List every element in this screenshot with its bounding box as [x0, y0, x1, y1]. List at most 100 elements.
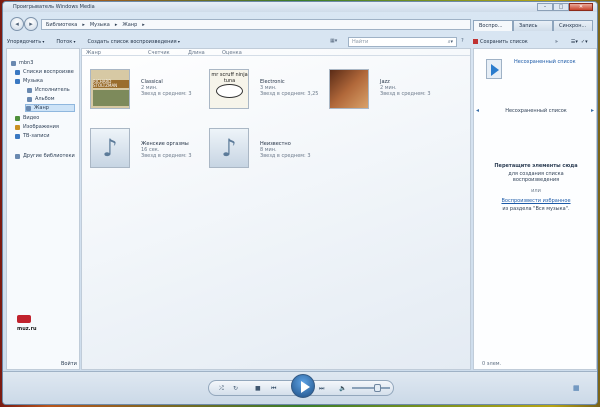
- more-chevron-icon[interactable]: »: [555, 39, 558, 45]
- play-favorites-link[interactable]: Воспроизвести избранное: [474, 198, 597, 204]
- album-art-jazz[interactable]: [329, 69, 369, 109]
- breadcrumb-item-music[interactable]: Музыка: [90, 22, 110, 28]
- genre-item-electronic[interactable]: Electronic 3 мин. Звезд в среднем: 3,25: [260, 79, 318, 97]
- muzru-logo-text: muz.ru: [17, 326, 37, 332]
- video-icon: [15, 115, 20, 121]
- sidebar-item-playlists[interactable]: Списки воспроизве: [15, 68, 89, 76]
- unsaved-list-label: Несохраненный список: [505, 108, 567, 114]
- save-list-button[interactable]: Сохранить список: [473, 39, 528, 45]
- album-art-placeholder[interactable]: ♪: [90, 128, 130, 168]
- drag-items-title: Перетащите элементы сюда: [494, 163, 578, 169]
- sidebar-item-label: Другие библиотеки: [23, 153, 75, 159]
- genre-item-jazz[interactable]: Jazz 2 мин. Звезд в среднем: 3: [380, 79, 431, 97]
- sidebar-item-label: Изображения: [23, 124, 59, 130]
- fish-drawing: [216, 84, 243, 98]
- maximize-button[interactable]: □: [553, 3, 569, 11]
- or-label: или: [531, 188, 541, 194]
- genre-rating: Звезд в среднем: 3,25: [260, 91, 319, 97]
- forward-button[interactable]: ▸: [24, 17, 38, 31]
- sidebar-item-label: Жанр: [34, 105, 49, 111]
- previous-icon[interactable]: ⏮: [271, 385, 276, 393]
- window-title: Проигрыватель Windows Media: [13, 4, 95, 10]
- playback-controls: ⤮ ↻ ■ ⏮ ⏭ 🔈 ▦: [3, 371, 597, 404]
- column-header-genre[interactable]: Жанр: [86, 50, 101, 56]
- library-content: Жанр Счетчик Длина Оценка RICHARD STOLTZ…: [81, 48, 471, 370]
- genre-item-custom[interactable]: Женские оргазмы 16 сек. Звезд в среднем:…: [141, 141, 192, 159]
- playlist-icon: [15, 69, 20, 75]
- music-note-icon: ♪: [210, 129, 248, 167]
- sidebar-item-user[interactable]: mbn3: [11, 59, 85, 67]
- stop-icon[interactable]: ■: [255, 385, 261, 392]
- genre-rating: Звезд в среднем: 3: [141, 153, 192, 159]
- genre-rating: Звезд в среднем: 3: [380, 91, 431, 97]
- switch-to-now-playing-icon[interactable]: ▦: [573, 384, 580, 392]
- title-bar: Проигрыватель Windows Media – □ ✕: [3, 2, 597, 12]
- unsaved-list-title[interactable]: Несохраненный список: [514, 59, 594, 65]
- sidebar-item-video[interactable]: Видео: [15, 114, 89, 122]
- organize-menu[interactable]: Упорядочить: [7, 39, 44, 45]
- nav-bar: ◂ ▸ Библиотека ▸ Музыка ▸ Жанр ▸ Воспро.…: [3, 12, 597, 36]
- column-header-length[interactable]: Длина: [188, 50, 205, 56]
- genre-rating: Звезд в среднем: 3: [260, 153, 311, 159]
- album-art-classical[interactable]: RICHARD STOLTZMAN: [90, 69, 130, 109]
- album-art-electronic[interactable]: mr scruff ninja tuna: [209, 69, 249, 109]
- minimize-button[interactable]: –: [537, 3, 553, 11]
- muzru-logo-mark: [17, 315, 31, 323]
- music-icon: [15, 78, 20, 84]
- other-libraries-icon: [15, 153, 20, 159]
- breadcrumb-separator: ▸: [142, 21, 145, 28]
- sidebar-item-label: ТВ-записи: [23, 133, 50, 139]
- genre-item-unknown[interactable]: Неизвестно 8 мин. Звезд в среднем: 3: [260, 141, 311, 159]
- column-headers: Жанр Счетчик Длина Оценка: [82, 49, 470, 56]
- navigation-pane: mbn3 Списки воспроизве Музыка Исполнител…: [6, 48, 80, 370]
- search-input[interactable]: Найти ⌕▾: [348, 37, 457, 47]
- muzru-logo[interactable]: muz.ru: [17, 315, 37, 332]
- playlist-play-icon[interactable]: [486, 59, 502, 79]
- tab-burn[interactable]: Запись: [513, 20, 553, 31]
- album-art-photo: [93, 90, 129, 106]
- breadcrumb-item-genre[interactable]: Жанр: [122, 22, 137, 28]
- help-icon[interactable]: ?: [461, 38, 468, 45]
- playlist-toolbar: Сохранить список » ☰▾ ✓▾: [473, 36, 597, 47]
- drag-items-subtitle: для создания списка воспроизведения: [508, 171, 564, 183]
- sidebar-item-genre[interactable]: Жанр: [25, 104, 75, 112]
- sign-in-link[interactable]: Войти: [61, 361, 77, 367]
- from-section-label: из раздела "Вся музыка".: [502, 206, 570, 212]
- back-button[interactable]: ◂: [10, 17, 24, 31]
- tab-sync[interactable]: Синхрон...: [553, 20, 593, 31]
- search-icon[interactable]: ⌕▾: [448, 38, 453, 46]
- genre-item-classical[interactable]: Classical 2 мин. Звезд в среднем: 3: [141, 79, 192, 97]
- sidebar-item-label: Альбом: [35, 96, 55, 102]
- music-note-icon: ♪: [91, 129, 129, 167]
- album-art-label: RICHARD STOLTZMAN: [93, 80, 129, 88]
- column-header-rating[interactable]: Оценка: [222, 50, 242, 56]
- sidebar-item-pictures[interactable]: Изображения: [15, 123, 89, 131]
- window-controls: – □ ✕: [537, 3, 593, 11]
- sidebar-item-other-libraries[interactable]: Другие библиотеки: [15, 152, 89, 160]
- view-options-icon[interactable]: ▦▾: [330, 38, 337, 44]
- pictures-icon: [15, 124, 20, 130]
- album-art-label: mr scruff ninja tuna: [211, 72, 248, 84]
- tab-playback[interactable]: Воспро...: [473, 20, 513, 31]
- play-button[interactable]: [291, 374, 315, 398]
- breadcrumb-item-library[interactable]: Библиотека: [46, 22, 77, 28]
- repeat-icon[interactable]: ↻: [233, 385, 238, 392]
- sidebar-item-label: Музыка: [23, 78, 43, 84]
- volume-slider[interactable]: [352, 384, 390, 392]
- sidebar-item-label: Исполнитель: [35, 87, 70, 93]
- genre-rating: Звезд в среднем: 3: [141, 91, 192, 97]
- next-icon[interactable]: ⏭: [319, 385, 324, 393]
- column-header-count[interactable]: Счетчик: [148, 50, 170, 56]
- shuffle-icon[interactable]: ⤮: [219, 385, 224, 393]
- sidebar-item-tv[interactable]: ТВ-записи: [15, 132, 89, 140]
- mute-icon[interactable]: 🔈: [339, 385, 346, 392]
- list-options-icon[interactable]: ☰▾: [571, 39, 578, 45]
- create-playlist-menu[interactable]: Создать список воспроизведения: [88, 39, 180, 45]
- album-art-placeholder[interactable]: ♪: [209, 128, 249, 168]
- stream-menu[interactable]: Поток: [56, 39, 75, 45]
- volume-knob[interactable]: [374, 384, 381, 392]
- close-button[interactable]: ✕: [569, 3, 593, 11]
- next-list-arrow-icon[interactable]: ▸: [591, 107, 594, 114]
- clear-list-icon[interactable]: ✓▾: [581, 39, 588, 45]
- sidebar-item-music[interactable]: Музыка: [15, 77, 89, 85]
